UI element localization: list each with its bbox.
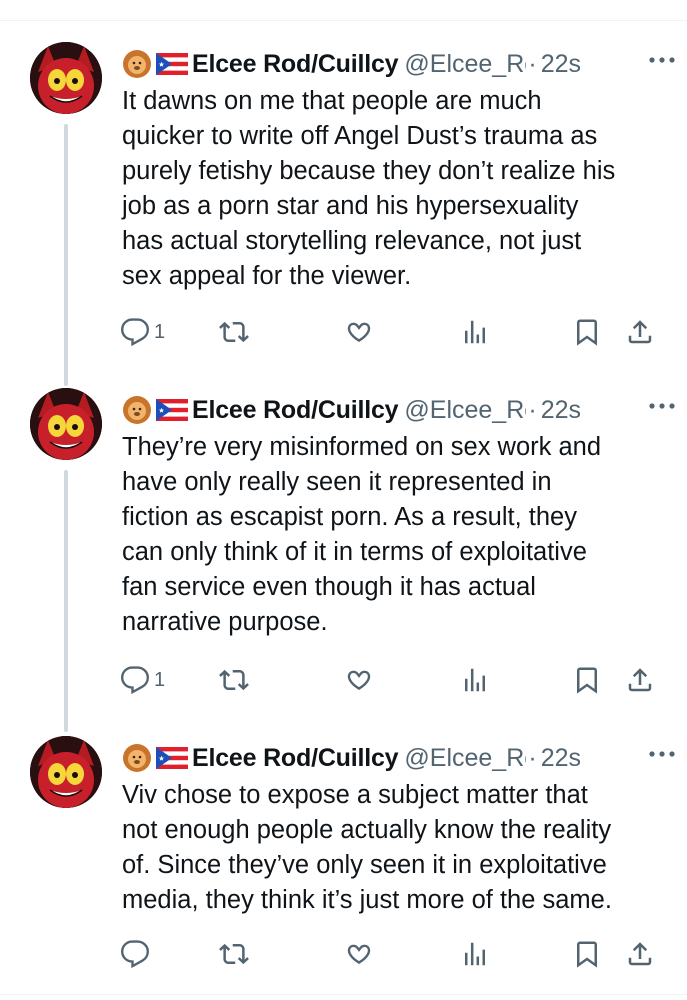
avatar[interactable] [30,42,102,114]
like-button[interactable] [344,314,374,350]
bookmark-icon [577,667,597,694]
bottom-divider [0,994,687,995]
avatar[interactable] [30,736,102,808]
reply-button[interactable]: 1 [120,314,165,350]
views-button[interactable] [460,314,490,350]
avatar-image [30,736,102,808]
reply-icon [120,940,149,969]
reply-icon [120,318,149,347]
tweet-header: Elcee Rod/Cuillcy @Elcee_Rc · 22s [122,740,662,776]
bookmark-button[interactable] [572,936,602,972]
puerto-rico-flag-icon [156,747,188,769]
action-bar: 1 [120,314,665,350]
share-button[interactable] [625,936,655,972]
tweet-text: Viv chose to expose a subject matter tha… [122,781,612,914]
tweet-text: They’re very misinformed on sex work and… [122,433,602,636]
tweet-text: It dawns on me that people are much quic… [122,87,616,290]
share-button[interactable] [625,662,655,698]
bookmark-icon [577,941,597,968]
like-icon [347,944,371,964]
reply-count: 1 [154,668,166,691]
reply-button[interactable]: 1 [120,662,165,698]
display-name[interactable]: Elcee Rod/Cuillcy [192,396,399,425]
views-button[interactable] [460,662,490,698]
separator-dot: · [528,743,537,772]
action-bar: 1 [120,662,665,698]
more-icon[interactable] [647,394,677,418]
like-icon [347,322,371,342]
views-button[interactable] [460,936,490,972]
puerto-rico-flag-icon [156,399,188,421]
tweet-header: Elcee Rod/Cuillcy @Elcee_Rc · 22s [122,392,662,428]
share-icon [628,668,652,692]
like-button[interactable] [344,662,374,698]
bookmark-button[interactable] [572,662,602,698]
action-bar [120,936,665,972]
more-icon[interactable] [647,48,677,72]
views-icon [465,668,485,692]
timestamp[interactable]: 22s [541,744,581,773]
timestamp[interactable]: 22s [541,396,581,425]
top-divider [0,20,687,21]
reply-icon [120,666,149,695]
user-handle[interactable]: @Elcee_Rc [404,50,526,79]
lion-face-icon [123,50,151,78]
separator-dot: · [528,49,537,78]
tweet[interactable]: Elcee Rod/Cuillcy @Elcee_Rc · 22s They’r… [0,388,687,718]
reply-count: 1 [154,320,166,343]
like-icon [347,670,371,690]
avatar[interactable] [30,388,102,460]
repost-icon [219,943,249,965]
share-icon [628,942,652,966]
bookmark-icon [577,319,597,346]
tweet[interactable]: Elcee Rod/Cuillcy @Elcee_Rc · 22s Viv ch… [0,736,687,986]
share-icon [628,320,652,344]
repost-button[interactable] [218,662,250,698]
puerto-rico-flag-icon [156,53,188,75]
repost-icon [219,669,249,691]
views-icon [465,942,485,966]
avatar-image [30,42,102,114]
user-handle[interactable]: @Elcee_Rc [404,396,526,425]
user-handle[interactable]: @Elcee_Rc [404,744,526,773]
avatar-image [30,388,102,460]
more-icon[interactable] [647,742,677,766]
like-button[interactable] [344,936,374,972]
views-icon [465,320,485,344]
share-button[interactable] [625,314,655,350]
repost-button[interactable] [218,936,250,972]
reply-button[interactable] [120,936,154,972]
tweet[interactable]: Elcee Rod/Cuillcy @Elcee_Rc · 22s It daw… [0,42,687,372]
tweet-header: Elcee Rod/Cuillcy @Elcee_Rc · 22s [122,46,662,82]
separator-dot: · [528,395,537,424]
display-name[interactable]: Elcee Rod/Cuillcy [192,744,399,773]
lion-face-icon [123,744,151,772]
timestamp[interactable]: 22s [541,50,581,79]
repost-button[interactable] [218,314,250,350]
display-name[interactable]: Elcee Rod/Cuillcy [192,50,399,79]
repost-icon [219,321,249,343]
lion-face-icon [123,396,151,424]
bookmark-button[interactable] [572,314,602,350]
